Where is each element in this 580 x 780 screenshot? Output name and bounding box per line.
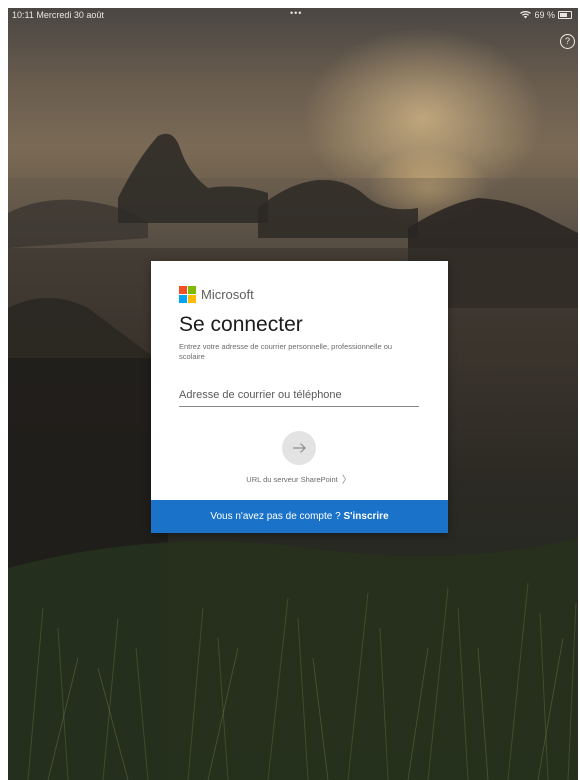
- microsoft-logo: Microsoft: [179, 286, 254, 303]
- status-time-date: 10:11 Mercredi 30 août: [12, 10, 104, 20]
- sharepoint-server-link[interactable]: URL du serveur SharePoint 〉: [229, 471, 369, 486]
- login-instructions: Entrez votre adresse de courrier personn…: [179, 342, 393, 361]
- tablet-screen: 10:11 Mercredi 30 août ••• 69 % ? Micros…: [8, 8, 578, 780]
- signup-link[interactable]: S'inscrire: [343, 511, 388, 522]
- battery-icon: [558, 11, 572, 19]
- microsoft-wordmark: Microsoft: [201, 287, 254, 302]
- microsoft-squares-icon: [179, 286, 196, 303]
- battery-percentage: 69 %: [534, 10, 555, 20]
- next-button[interactable]: [282, 431, 316, 465]
- sharepoint-label: URL du serveur SharePoint: [246, 475, 338, 484]
- status-indicators: 69 %: [520, 10, 572, 20]
- page-title: Se connecter: [179, 313, 303, 336]
- wifi-icon: [520, 11, 532, 19]
- chevron-right-icon: 〉: [341, 475, 352, 486]
- signup-banner: Vous n'avez pas de compte ? S'inscrire: [151, 500, 448, 533]
- status-bar: 10:11 Mercredi 30 août ••• 69 %: [8, 8, 578, 24]
- login-card: Microsoft Se connecter Entrez votre adre…: [151, 261, 448, 533]
- help-question-icon[interactable]: ?: [560, 34, 575, 49]
- battery-level-fill: [560, 13, 567, 17]
- arrow-right-icon: [293, 443, 306, 453]
- no-account-text: Vous n'avez pas de compte ?: [210, 511, 344, 522]
- email-phone-input[interactable]: [179, 384, 419, 407]
- multitasking-dots[interactable]: •••: [290, 8, 302, 18]
